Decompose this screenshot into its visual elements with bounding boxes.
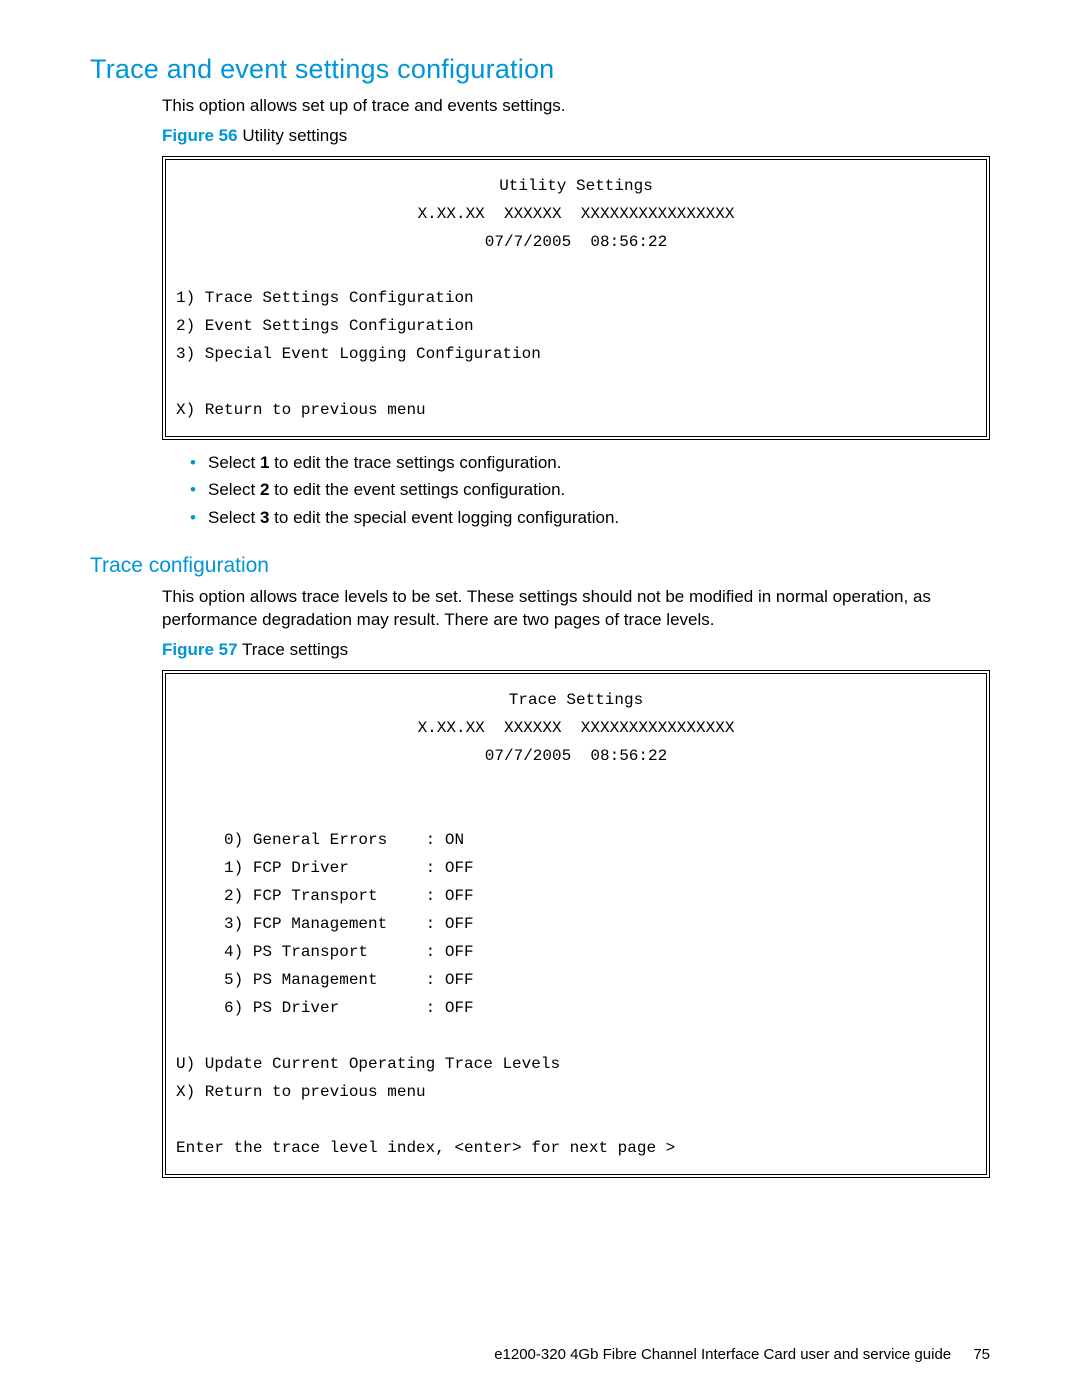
terminal-update: U) Update Current Operating Trace Levels — [176, 1055, 560, 1073]
bullet-item: Select 1 to edit the trace settings conf… — [190, 450, 990, 476]
terminal-version: X.XX.XX XXXXXX XXXXXXXXXXXXXXXX — [176, 714, 976, 742]
terminal-return: X) Return to previous menu — [176, 401, 426, 419]
terminal-option-3: 3) Special Event Logging Configuration — [176, 345, 541, 363]
intro-paragraph-1: This option allows set up of trace and e… — [162, 95, 990, 118]
figure-number: Figure 57 — [162, 640, 238, 659]
terminal-return: X) Return to previous menu — [176, 1083, 426, 1101]
terminal-title: Utility Settings — [176, 172, 976, 200]
figure-caption-text: Utility settings — [242, 126, 347, 145]
figure-57-label: Figure 57 Trace settings — [162, 640, 990, 660]
section-heading: Trace and event settings configuration — [90, 54, 990, 85]
trace-item-4: 4) PS Transport : OFF — [176, 943, 474, 961]
footer-page-number: 75 — [973, 1346, 990, 1363]
figure-number: Figure 56 — [162, 126, 238, 145]
trace-item-0: 0) General Errors : ON — [176, 831, 464, 849]
trace-item-5: 5) PS Management : OFF — [176, 971, 474, 989]
instruction-bullets-1: Select 1 to edit the trace settings conf… — [190, 450, 990, 531]
bullet-item: Select 2 to edit the event settings conf… — [190, 477, 990, 503]
trace-item-3: 3) FCP Management : OFF — [176, 915, 474, 933]
terminal-option-1: 1) Trace Settings Configuration — [176, 289, 474, 307]
footer-doc-title: e1200-320 4Gb Fibre Channel Interface Ca… — [494, 1346, 951, 1363]
terminal-utility-settings: Utility SettingsX.XX.XX XXXXXX XXXXXXXXX… — [162, 156, 990, 440]
figure-caption-text: Trace settings — [242, 640, 348, 659]
subsection-heading: Trace configuration — [90, 554, 990, 578]
intro-paragraph-2: This option allows trace levels to be se… — [162, 586, 990, 632]
terminal-option-2: 2) Event Settings Configuration — [176, 317, 474, 335]
figure-56-label: Figure 56 Utility settings — [162, 126, 990, 146]
terminal-prompt: Enter the trace level index, <enter> for… — [176, 1139, 675, 1157]
terminal-trace-settings: Trace SettingsX.XX.XX XXXXXX XXXXXXXXXXX… — [162, 670, 990, 1178]
trace-item-2: 2) FCP Transport : OFF — [176, 887, 474, 905]
document-page: Trace and event settings configuration T… — [0, 0, 1080, 1228]
trace-item-1: 1) FCP Driver : OFF — [176, 859, 474, 877]
terminal-title: Trace Settings — [176, 686, 976, 714]
terminal-date: 07/7/2005 08:56:22 — [176, 228, 976, 256]
bullet-item: Select 3 to edit the special event loggi… — [190, 505, 990, 531]
terminal-date: 07/7/2005 08:56:22 — [176, 742, 976, 770]
page-footer: e1200-320 4Gb Fibre Channel Interface Ca… — [494, 1346, 990, 1363]
terminal-version: X.XX.XX XXXXXX XXXXXXXXXXXXXXXX — [176, 200, 976, 228]
trace-item-6: 6) PS Driver : OFF — [176, 999, 474, 1017]
